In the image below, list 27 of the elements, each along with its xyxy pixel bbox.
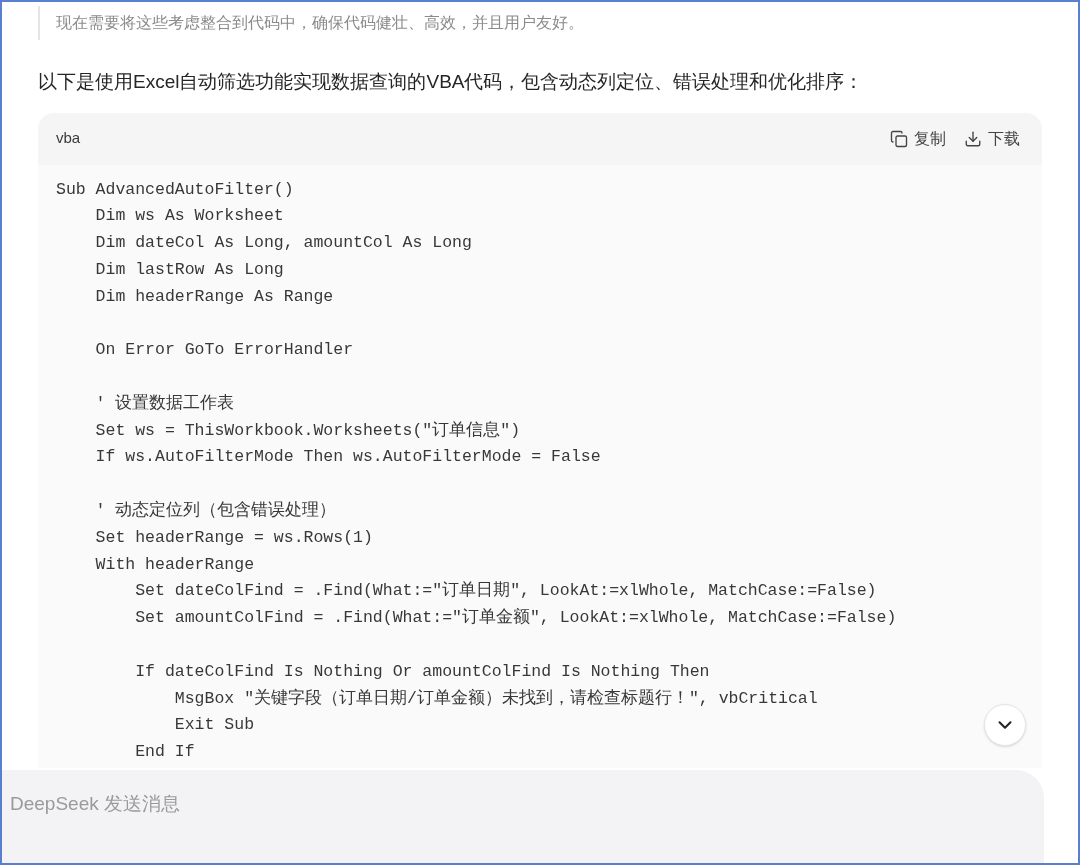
intro-paragraph: 以下是使用Excel自动筛选功能实现数据查询的VBA代码，包含动态列定位、错误处理和优化排序： — [38, 70, 865, 94]
code-line: ' 动态定位列（包含错误处理） — [94, 499, 337, 523]
code-line: End If — [134, 741, 195, 764]
quote-text: 现在需要将这些考虑整合到代码中，确保代码健壮、高效，并且用户友好。 — [56, 13, 584, 33]
code-line: Dim lastRow As Long — [94, 258, 284, 281]
copy-icon — [890, 129, 908, 148]
code-line: Sub AdvancedAutoFilter() — [56, 178, 294, 201]
code-line: Dim headerRange As Range — [94, 285, 334, 308]
download-icon — [964, 129, 982, 148]
code-line: Dim ws As Worksheet — [94, 205, 284, 228]
code-line: With headerRange — [94, 553, 255, 576]
code-line: Set amountColFind = .Find(What:="订单金额", LookAt:=xlWhole, MatchCase:=False) — [134, 607, 897, 630]
code-line: If ws.AutoFilterMode Then ws.AutoFilterMode = False — [94, 446, 601, 469]
code-line: Set headerRange = ws.Rows(1) — [94, 526, 373, 549]
language-label: vba — [56, 128, 81, 149]
code-line: ' 设置数据工作表 — [94, 392, 235, 415]
code-line: If dateColFind Is Nothing Or amountColFind Is Nothing Then — [134, 660, 710, 683]
copy-button[interactable]: 复制 — [890, 126, 946, 151]
code-line: Exit Sub — [173, 714, 255, 737]
code-line: Dim dateCol As Long, amountCol As Long — [94, 232, 472, 255]
code-line: On Error GoTo ErrorHandler — [94, 339, 354, 362]
scroll-down-button[interactable] — [984, 703, 1026, 746]
code-line: Set ws = ThisWorkbook.Worksheets("订单信息") — [94, 419, 521, 442]
code-line: MsgBox "关键字段（订单日期/订单金额）未找到，请检查标题行！", vbCritical — [173, 687, 818, 710]
download-button[interactable]: 下载 — [964, 126, 1020, 151]
message-input[interactable]: DeepSeek 发送消息 — [2, 769, 1044, 863]
code-line: Set dateColFind = .Find(What:="订单日期", LookAt:=xlWhole, MatchCase:=False) — [134, 580, 877, 603]
